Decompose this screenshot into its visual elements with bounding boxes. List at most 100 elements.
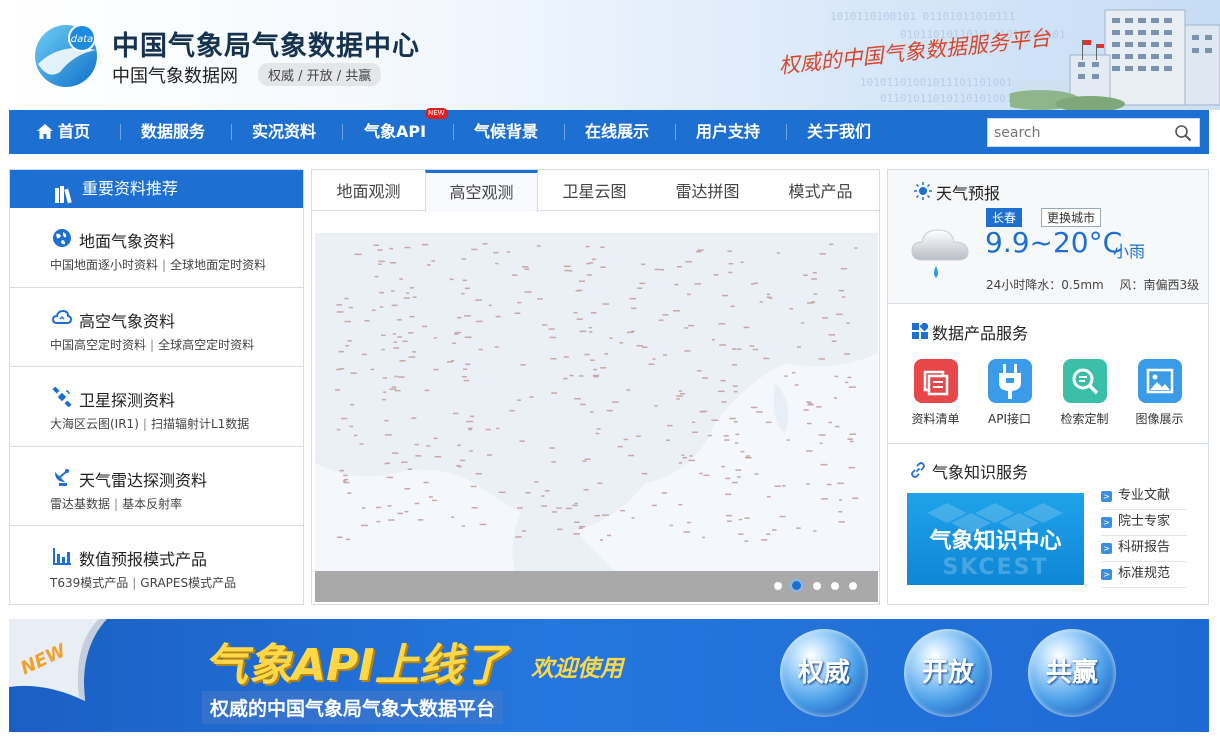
nav-item-data-service[interactable]: 数据服务 (141, 110, 205, 154)
station-marker (735, 469, 742, 471)
station-marker (661, 492, 668, 494)
station-marker (711, 419, 719, 421)
carousel-dot[interactable] (774, 582, 782, 590)
station-marker (391, 304, 398, 307)
carousel-dot[interactable] (849, 582, 857, 590)
station-marker (602, 514, 609, 516)
station-marker (525, 492, 531, 494)
search-icon[interactable] (1174, 124, 1192, 142)
station-marker (779, 515, 786, 518)
tab-upper-air-observation[interactable]: 高空观测 (425, 170, 538, 212)
carousel-dot[interactable] (831, 582, 839, 590)
category-link[interactable]: 中国地面逐小时资料 (50, 258, 158, 272)
data-category-radar[interactable]: 天气雷达探测资料 雷达基数据 | 基本反射率 (10, 447, 303, 526)
station-marker (506, 251, 511, 253)
data-category-surface[interactable]: 地面气象资料 中国地面逐小时资料 | 全球地面定时资料 (10, 208, 303, 288)
station-marker (451, 360, 455, 362)
api-launch-banner[interactable]: NEW 气象API上线了 欢迎使用 权威的中国气象局气象大数据平台 权威 开放 … (9, 619, 1209, 732)
station-marker (749, 345, 755, 347)
carousel-dot-active[interactable] (790, 579, 803, 592)
nav-item-live-data[interactable]: 实况资料 (252, 110, 316, 154)
station-marker (336, 304, 342, 306)
station-marker (623, 438, 629, 441)
product-search-custom[interactable]: 检索定制 (1047, 359, 1122, 427)
station-marker (683, 531, 691, 533)
station-marker (829, 243, 834, 246)
knowledge-link-reports[interactable]: > 科研报告 (1101, 536, 1187, 562)
knowledge-center-banner[interactable]: 气象知识中心 SKCEST (907, 493, 1084, 585)
category-title: 天气雷达探测资料 (79, 470, 208, 490)
nav-item-climate[interactable]: 气候背景 (474, 110, 538, 154)
category-link[interactable]: 全球高空定时资料 (158, 338, 254, 352)
station-marker (404, 246, 411, 249)
knowledge-link-standards[interactable]: > 标准规范 (1101, 562, 1187, 588)
station-marker (767, 496, 771, 498)
station-marker (676, 395, 683, 397)
station-marker (718, 323, 726, 325)
station-marker (471, 507, 478, 509)
station-marker (626, 389, 631, 391)
station-marker (336, 536, 343, 538)
category-link[interactable]: GRAPES模式产品 (140, 576, 236, 590)
product-image-display[interactable]: 图像展示 (1122, 359, 1197, 427)
nav-item-user-support[interactable]: 用户支持 (696, 110, 760, 154)
station-marker (819, 253, 826, 255)
station-marker (469, 450, 473, 452)
category-link[interactable]: 扫描辐射计L1数据 (151, 417, 249, 431)
site-logo[interactable]: data (30, 20, 104, 88)
station-marker (464, 287, 470, 290)
station-marker (423, 481, 429, 484)
station-marker (381, 348, 385, 351)
station-marker (611, 401, 619, 403)
station-marker (725, 514, 732, 517)
station-marker (846, 322, 850, 324)
category-link[interactable]: T639模式产品 (50, 576, 128, 590)
carousel-dot[interactable] (813, 582, 821, 590)
tab-model-products[interactable]: 模式产品 (764, 170, 877, 211)
category-link[interactable]: 雷达基数据 (50, 497, 110, 511)
search-input[interactable] (988, 119, 1168, 146)
binary-decoration: 0110101101011010100111 (880, 92, 1026, 105)
category-title: 地面气象资料 (79, 232, 176, 251)
data-category-satellite[interactable]: 卫星探测资料 大海区云图(IR1) | 扫描辐射计L1数据 (10, 367, 303, 447)
change-city-button[interactable]: 更换城市 (1041, 208, 1102, 227)
station-marker (551, 392, 557, 394)
station-marker (494, 346, 499, 348)
station-marker (456, 465, 461, 467)
station-marker (582, 460, 587, 462)
product-api[interactable]: API接口 (972, 359, 1047, 427)
category-link[interactable]: 中国高空定时资料 (50, 338, 146, 352)
category-link[interactable]: 全球地面定时资料 (170, 258, 266, 272)
nav-item-weather-api[interactable]: 气象API (364, 110, 426, 154)
banner-subtitle: 权威的中国气象局气象大数据平台 (202, 691, 504, 724)
station-marker (828, 421, 832, 424)
station-marker (536, 245, 541, 247)
station-marker (517, 399, 521, 401)
station-marker (457, 444, 461, 447)
station-marker (729, 417, 736, 420)
data-category-upper-air[interactable]: 高空气象资料 中国高空定时资料 | 全球高空定时资料 (10, 288, 303, 367)
station-marker (576, 318, 583, 320)
weather-condition: 小雨 (1113, 242, 1146, 261)
nav-divider (342, 124, 343, 140)
category-link[interactable]: 基本反射率 (122, 497, 182, 511)
station-marker (590, 411, 594, 413)
knowledge-link-literature[interactable]: > 专业文献 (1101, 484, 1187, 510)
nav-item-about[interactable]: 关于我们 (807, 110, 871, 154)
station-marker (404, 488, 411, 490)
tab-surface-observation[interactable]: 地面观测 (312, 170, 425, 211)
upper-air-station-map[interactable] (315, 233, 878, 571)
station-marker (753, 282, 759, 284)
nav-item-online-display[interactable]: 在线展示 (585, 110, 649, 154)
tab-satellite-cloud[interactable]: 卫星云图 (538, 170, 651, 211)
knowledge-link-experts[interactable]: > 院士专家 (1101, 510, 1187, 536)
product-data-list[interactable]: 资料清单 (898, 359, 973, 427)
nav-item-home[interactable]: 首页 (37, 110, 90, 154)
category-link[interactable]: 大海区云图(IR1) (50, 417, 139, 431)
tab-radar-mosaic[interactable]: 雷达拼图 (651, 170, 764, 211)
station-marker (678, 390, 683, 392)
station-marker (336, 311, 344, 313)
station-marker (521, 266, 529, 268)
data-category-nwp[interactable]: 数值预报模式产品 T639模式产品 | GRAPES模式产品 (10, 526, 303, 606)
station-marker (549, 447, 555, 449)
